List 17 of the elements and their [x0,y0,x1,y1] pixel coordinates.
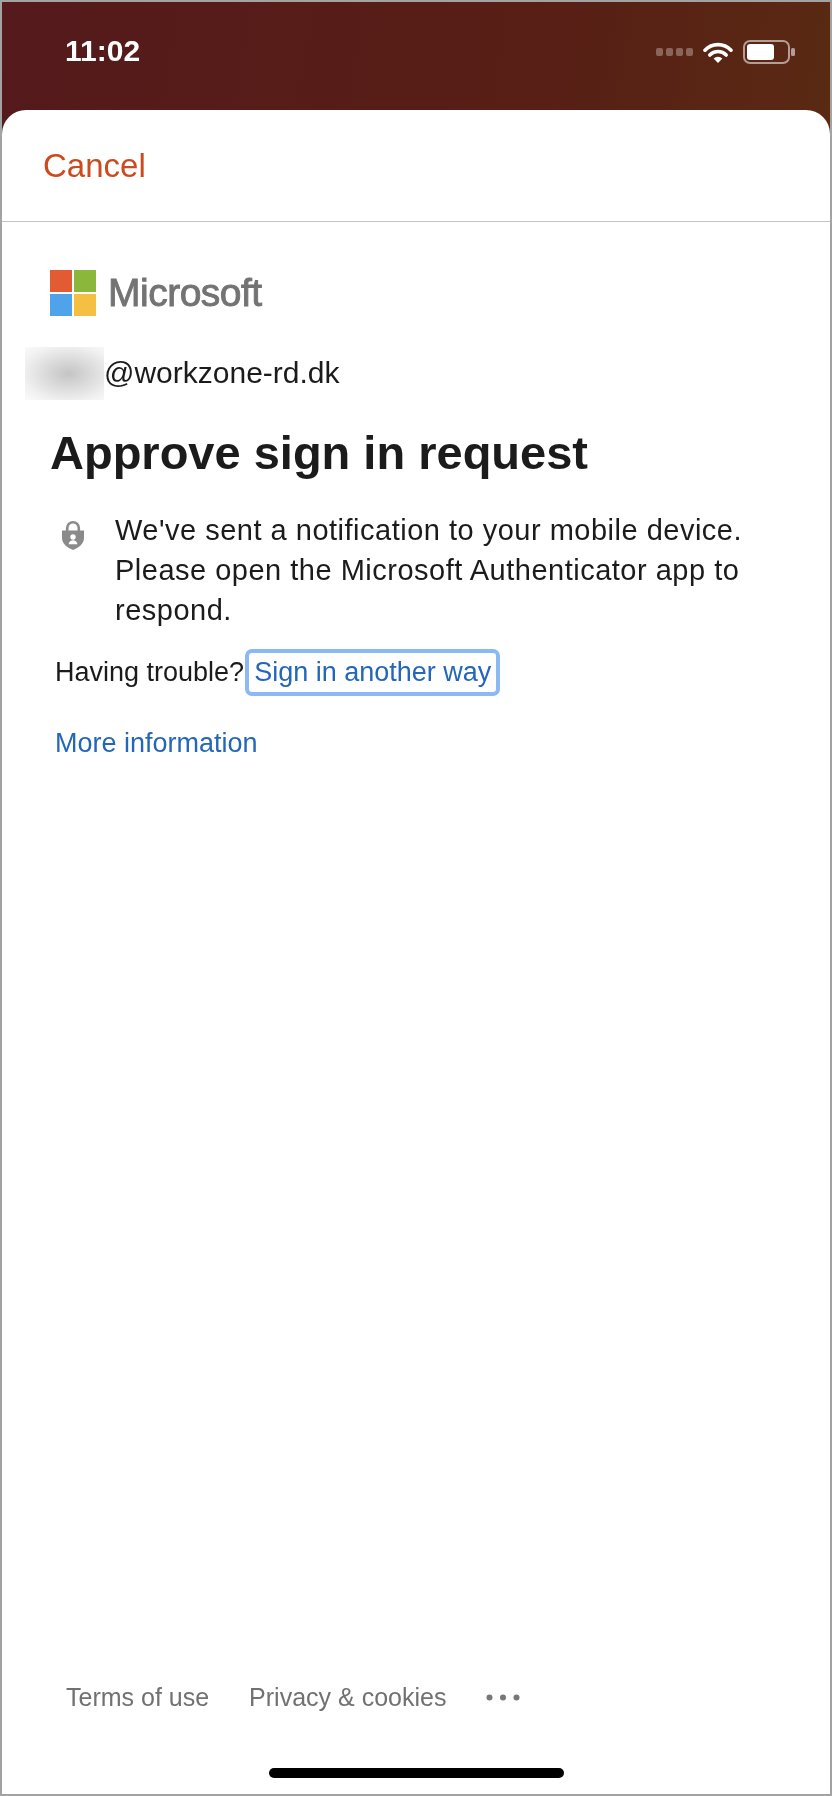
trouble-prompt: Having trouble? [55,657,245,688]
page-title: Approve sign in request [50,426,588,480]
footer-link[interactable]: Terms of use [66,1682,210,1712]
signal-icon [656,48,693,56]
wifi-icon [703,41,733,63]
more-information-link[interactable]: More information [55,728,258,759]
brand-name: Microsoft [108,270,262,316]
footer-link[interactable]: Privacy & cookies [249,1682,447,1712]
cancel-button[interactable]: Cancel [43,145,146,186]
shield-lock-icon [60,520,86,550]
more-options-icon[interactable] [486,1693,521,1701]
four-squares-logo-icon [50,270,96,316]
notification-message: We've sent a notification to your mobile device. Please open the Microsoft Authenticator app to respond. [115,513,744,628]
sign-in-another-way-link[interactable]: Sign in another way [245,649,501,696]
account-email: @workzone-rd.dk [104,355,340,391]
status-time: 11:02 [65,33,141,69]
battery-icon [743,40,795,64]
